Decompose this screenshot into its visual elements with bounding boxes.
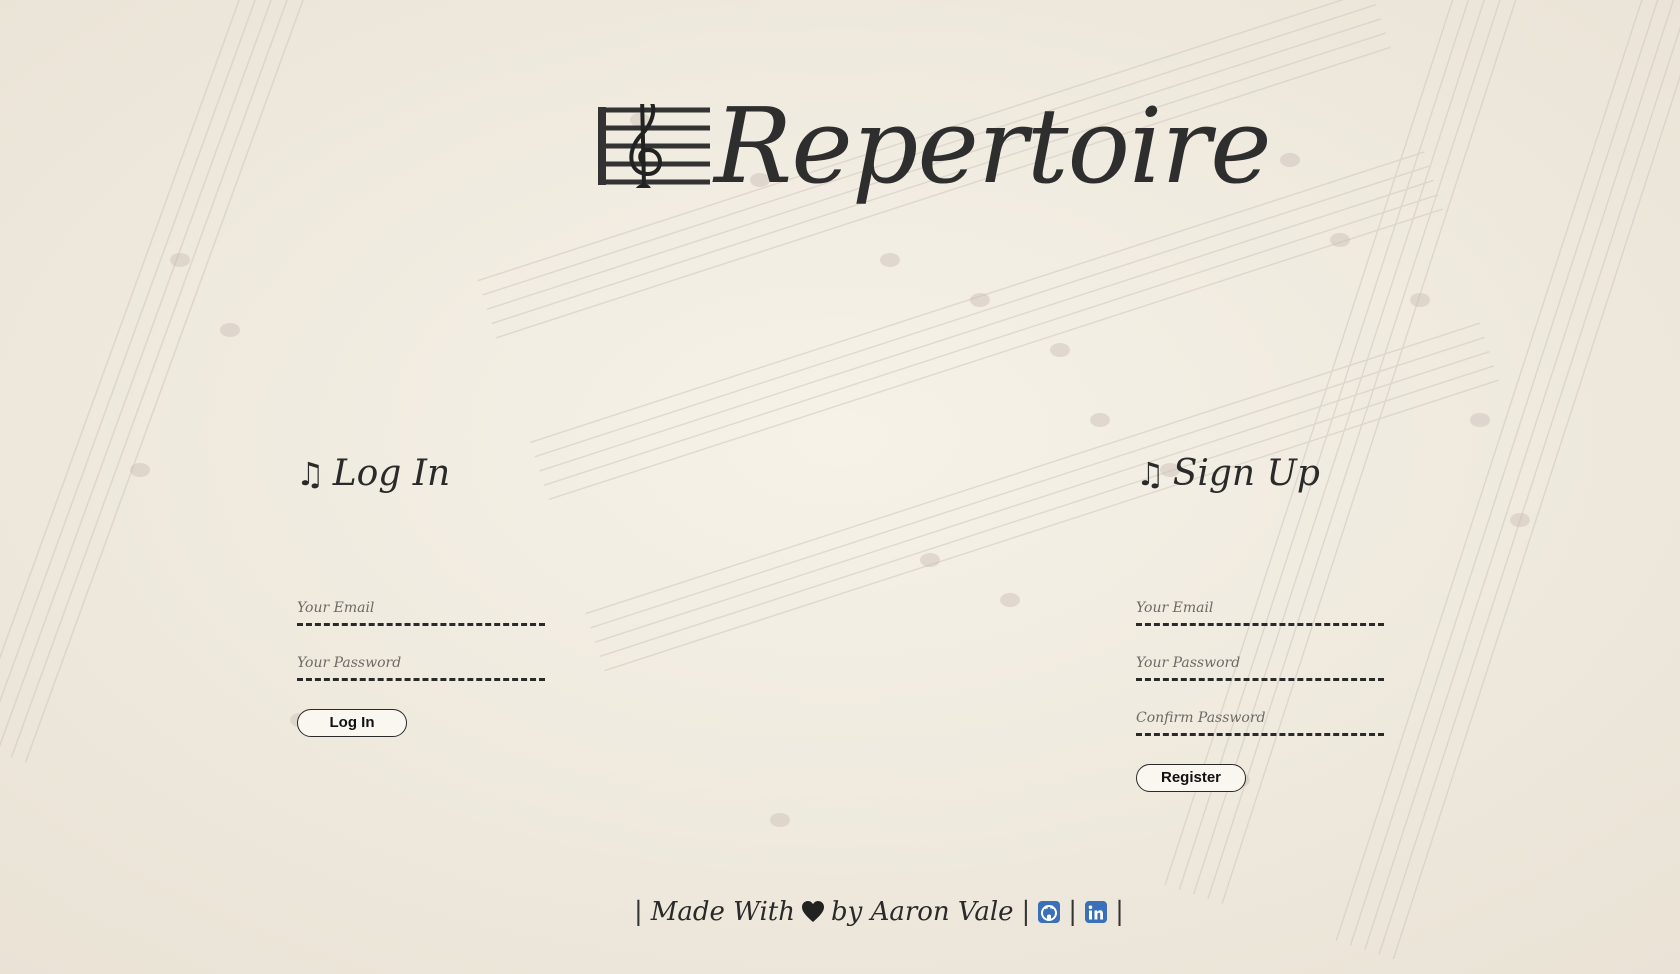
signup-heading-text: Sign Up: [1172, 453, 1320, 494]
linkedin-glyph-icon: [1088, 905, 1104, 920]
footer-separator: |: [1021, 897, 1031, 927]
brand-name: Repertoire: [714, 85, 1272, 207]
signup-email-input[interactable]: [1136, 592, 1384, 626]
linkedin-icon[interactable]: [1085, 901, 1108, 923]
login-email-input[interactable]: [297, 592, 545, 626]
footer-separator: |: [1115, 897, 1124, 927]
signup-confirm-password-field[interactable]: [1136, 696, 1384, 736]
login-password-field[interactable]: [297, 641, 545, 681]
heart-icon: [801, 901, 824, 922]
footer-made-with: Made With: [650, 897, 795, 927]
music-notes-icon: ♫: [1136, 455, 1165, 493]
login-button[interactable]: Log In: [297, 709, 407, 737]
signup-password-field[interactable]: [1136, 641, 1384, 681]
signup-password-input[interactable]: [1136, 647, 1384, 681]
music-notes-icon: ♫: [296, 455, 325, 493]
footer-author: by Aaron Vale: [830, 897, 1014, 927]
footer-separator: |: [634, 897, 643, 927]
register-button[interactable]: Register: [1136, 764, 1246, 792]
footer: | Made With by Aaron Vale | | |: [626, 892, 1132, 932]
github-glyph-icon: [1041, 904, 1058, 921]
login-password-input[interactable]: [297, 647, 545, 681]
login-email-field[interactable]: [297, 586, 545, 626]
login-heading-text: Log In: [332, 453, 451, 494]
login-heading: ♫ Log In: [296, 452, 450, 496]
brand-logo[interactable]: Repertoire: [598, 86, 1272, 226]
github-icon[interactable]: [1038, 901, 1061, 923]
footer-separator: |: [1068, 897, 1078, 927]
treble-clef-staff-icon: [598, 104, 710, 188]
signup-email-field[interactable]: [1136, 586, 1384, 626]
signup-heading: ♫ Sign Up: [1136, 452, 1320, 496]
signup-confirm-password-input[interactable]: [1136, 702, 1384, 736]
